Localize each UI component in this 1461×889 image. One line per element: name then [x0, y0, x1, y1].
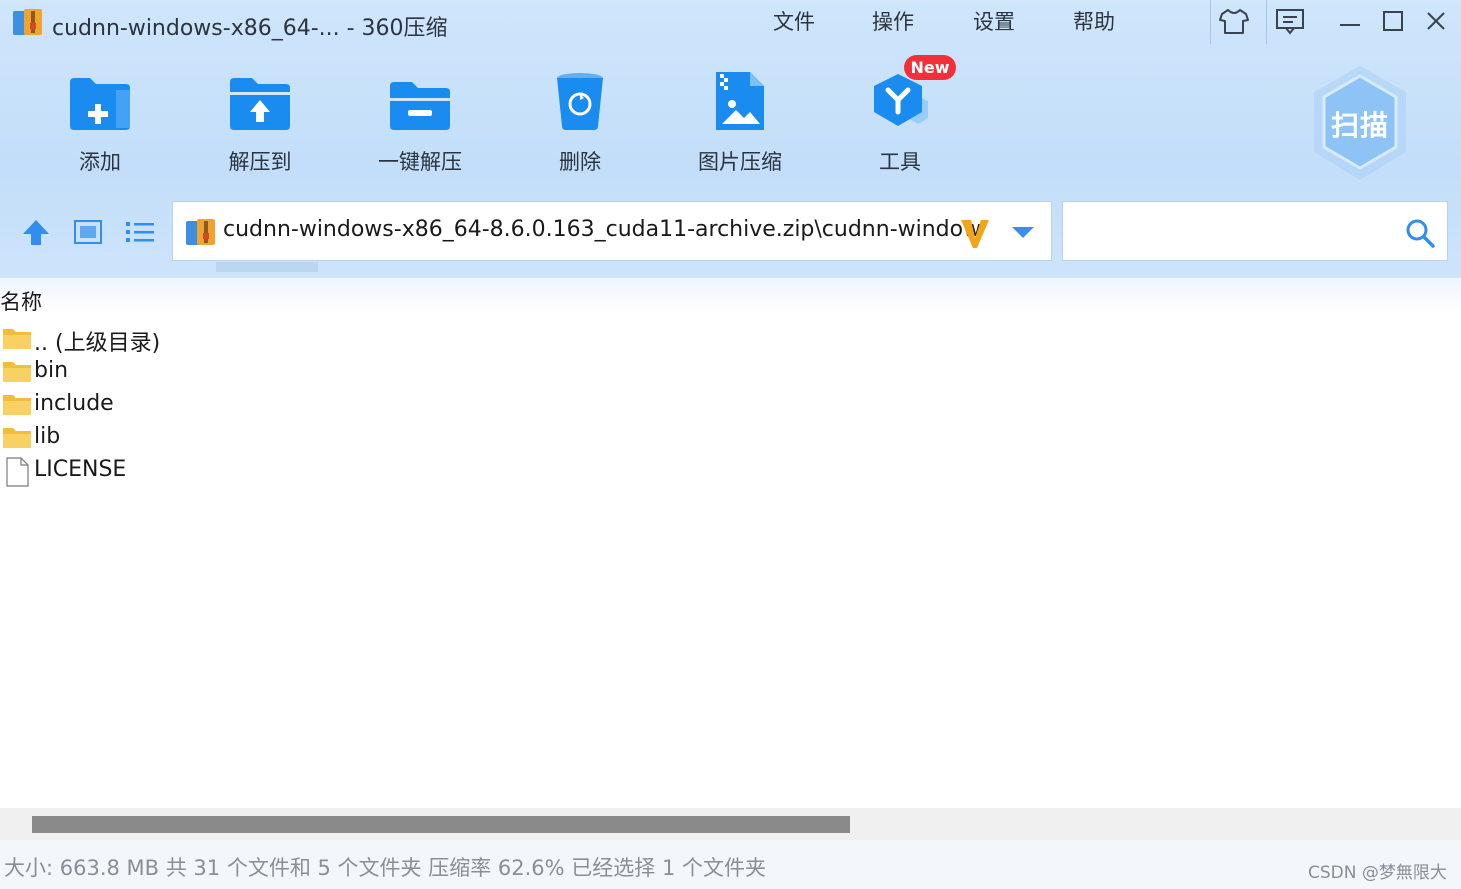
search-icon[interactable]: [1405, 218, 1435, 248]
delete-button[interactable]: 删除: [520, 68, 640, 178]
search-box[interactable]: [1062, 201, 1448, 261]
file-name: lib: [34, 424, 61, 449]
file-name: LICENSE: [34, 457, 127, 482]
extract-to-label: 解压到: [228, 150, 292, 174]
archive-icon: [185, 217, 217, 247]
chevron-down-icon[interactable]: [1009, 224, 1037, 240]
folder-icon: [2, 424, 32, 450]
search-input[interactable]: [1071, 212, 1395, 252]
maximize-icon[interactable]: [1373, 4, 1413, 38]
one-click-extract-button[interactable]: 一键解压: [360, 68, 480, 178]
folder-one-click-icon: [388, 70, 452, 132]
top-panel: cudnn-windows-x86_64-... - 360压缩 文件 操作 设…: [0, 0, 1461, 278]
file-name: .. (上级目录): [34, 331, 161, 356]
address-path[interactable]: cudnn-windows-x86_64-8.6.0.163_cuda11-ar…: [223, 217, 981, 242]
folder-icon: [2, 391, 32, 417]
column-name-header[interactable]: 名称: [0, 286, 42, 316]
status-text: 大小: 663.8 MB 共 31 个文件和 5 个文件夹 压缩率 62.6% …: [4, 856, 766, 880]
list-item[interactable]: LICENSE: [0, 453, 600, 487]
scrollbar-thumb[interactable]: [32, 816, 850, 833]
horizontal-scrollbar[interactable]: [0, 808, 1461, 840]
list-item[interactable]: .. (上级目录): [0, 321, 600, 356]
trash-icon: [548, 70, 612, 132]
menu-operate[interactable]: 操作: [866, 6, 920, 36]
file-name: include: [34, 391, 114, 416]
file-name: bin: [34, 358, 69, 383]
feedback-icon[interactable]: [1270, 4, 1310, 38]
image-compress-label: 图片压缩: [698, 150, 782, 174]
address-underline: [216, 262, 318, 272]
folder-icon: [2, 358, 32, 384]
watermark: CSDN @梦無限大: [1308, 863, 1447, 883]
menu-help[interactable]: 帮助: [1067, 6, 1121, 36]
add-button[interactable]: 添加: [40, 68, 160, 178]
menu-settings[interactable]: 设置: [967, 6, 1021, 36]
list-header: 名称: [0, 278, 1461, 314]
titlebar-divider: [1266, 0, 1267, 44]
folder-plus-icon: [68, 70, 132, 132]
new-badge: New: [904, 55, 956, 80]
skin-shirt-icon[interactable]: [1214, 4, 1254, 38]
menu-file[interactable]: 文件: [767, 6, 821, 36]
verified-v-icon: [959, 214, 991, 250]
file-icon: [2, 457, 32, 487]
delete-label: 删除: [559, 150, 601, 174]
window-title: cudnn-windows-x86_64-... - 360压缩: [52, 16, 448, 41]
app-logo-icon: [12, 9, 44, 37]
one-click-extract-label: 一键解压: [378, 150, 462, 174]
minimize-icon[interactable]: [1330, 4, 1370, 38]
extract-to-button[interactable]: 解压到: [200, 68, 320, 178]
titlebar-divider: [1210, 0, 1211, 44]
list-item[interactable]: lib: [0, 420, 600, 453]
status-bar: 大小: 663.8 MB 共 31 个文件和 5 个文件夹 压缩率 62.6% …: [0, 840, 1461, 889]
scan-label: 扫描: [1330, 109, 1389, 142]
list-item[interactable]: include: [0, 387, 600, 420]
list-view-icon[interactable]: [122, 214, 158, 250]
address-bar[interactable]: cudnn-windows-x86_64-8.6.0.163_cuda11-ar…: [172, 201, 1052, 261]
folder-extract-icon: [228, 70, 292, 132]
image-compress-button[interactable]: 图片压缩: [680, 68, 800, 178]
folder-icon: [2, 325, 32, 351]
list-item[interactable]: bin: [0, 354, 600, 387]
tools-button[interactable]: 工具: [840, 68, 960, 178]
image-compress-icon: [708, 70, 772, 132]
add-label: 添加: [79, 150, 121, 174]
thumbnail-view-icon[interactable]: [70, 214, 106, 250]
tools-label: 工具: [879, 150, 921, 174]
close-icon[interactable]: [1416, 4, 1456, 38]
up-level-icon[interactable]: [18, 214, 54, 250]
